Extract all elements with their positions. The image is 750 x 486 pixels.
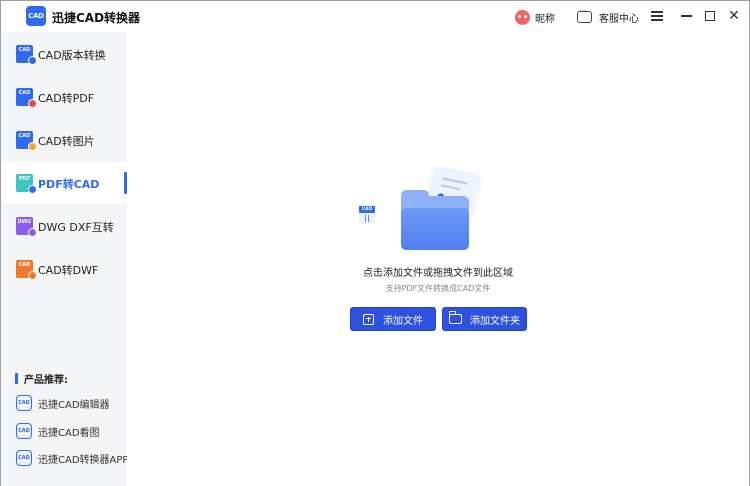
- cad-editor-icon: CAD: [16, 395, 32, 411]
- sidebar-item-label: CAD版本转换: [38, 49, 106, 62]
- plus-icon: [363, 313, 374, 325]
- sidebar-item-label: CAD转图片: [38, 135, 95, 148]
- sidebar-item-label: DWG DXF互转: [38, 221, 114, 234]
- app-window: CAD 迅捷CAD转换器 昵称 客服中心 ✕ CAD CAD版本转换 CAD C…: [0, 0, 750, 486]
- recommend-item-label: 迅捷CAD转换器APP: [38, 454, 129, 466]
- menu-icon[interactable]: [648, 7, 666, 25]
- user-account[interactable]: 昵称: [515, 8, 555, 26]
- sidebar-item-cad-to-pdf[interactable]: CAD CAD转PDF: [1, 76, 127, 118]
- cad-file-icon: CAD: [16, 131, 37, 151]
- recommend-item-label: 迅捷CAD编辑器: [38, 399, 110, 411]
- maximize-icon[interactable]: [701, 7, 719, 25]
- supported-format-hint: 支持PDF文件转换成CAD文件: [385, 284, 491, 293]
- drop-zone[interactable]: CAD 点击添加文件或拖拽文件到此区域 支持PDF文件转换成CAD文件 添加文件…: [127, 32, 749, 486]
- sidebar-item-cad-version[interactable]: CAD CAD版本转换: [1, 33, 127, 75]
- chat-bubble-icon: [577, 7, 592, 23]
- recommend-item-cad-editor[interactable]: CAD 迅捷CAD编辑器: [16, 394, 110, 412]
- pdf-file-icon: PDF: [16, 174, 37, 194]
- folder-illustration: CAD: [359, 165, 489, 256]
- recommend-title: 产品推荐:: [24, 375, 68, 386]
- cad-file-icon: CAD: [16, 260, 37, 280]
- sidebar-item-label: CAD转DWF: [38, 264, 99, 277]
- avatar-icon: [515, 9, 530, 25]
- sidebar-item-dwg-dxf[interactable]: DWG DWG DXF互转: [1, 205, 127, 247]
- sidebar-item-label: CAD转PDF: [38, 92, 95, 105]
- cad-file-icon: CAD: [16, 45, 37, 65]
- recommend-item-label: 迅捷CAD看图: [38, 427, 100, 439]
- add-folder-button[interactable]: 添加文件夹: [442, 307, 527, 331]
- minimize-icon[interactable]: [677, 7, 695, 25]
- recommend-accent-bar: [15, 373, 18, 384]
- sidebar-item-label: PDF转CAD: [38, 178, 100, 191]
- recommend-item-cad-app[interactable]: CAD 迅捷CAD转换器APP: [16, 449, 128, 467]
- cad-app-icon: CAD: [16, 450, 32, 466]
- sidebar-item-cad-to-image[interactable]: CAD CAD转图片: [1, 119, 127, 161]
- dwg-file-icon: DWG: [16, 217, 37, 237]
- title-bar: CAD 迅捷CAD转换器 昵称 客服中心 ✕: [1, 1, 749, 32]
- customer-service-label: 客服中心: [599, 13, 639, 25]
- sidebar-item-pdf-to-cad[interactable]: PDF PDF转CAD: [1, 162, 127, 204]
- app-title: 迅捷CAD转换器: [52, 11, 141, 25]
- close-icon[interactable]: ✕: [725, 7, 743, 25]
- cad-file-icon: CAD: [359, 204, 375, 224]
- sidebar: CAD CAD版本转换 CAD CAD转PDF CAD CAD转图片 PDF P…: [1, 32, 128, 486]
- app-logo-icon: CAD: [26, 6, 46, 26]
- cad-file-icon: CAD: [16, 88, 37, 108]
- recommend-item-cad-viewer[interactable]: CAD 迅捷CAD看图: [16, 422, 100, 440]
- add-file-button[interactable]: 添加文件: [350, 307, 436, 331]
- customer-service-button[interactable]: 客服中心: [577, 7, 639, 26]
- recommend-heading: 产品推荐:: [15, 372, 68, 386]
- nickname-label: 昵称: [535, 13, 555, 25]
- cad-viewer-icon: CAD: [16, 423, 32, 439]
- drop-hint: 点击添加文件或拖拽文件到此区域: [363, 268, 513, 279]
- folder-icon: [449, 311, 462, 324]
- sidebar-item-cad-to-dwf[interactable]: CAD CAD转DWF: [1, 248, 127, 290]
